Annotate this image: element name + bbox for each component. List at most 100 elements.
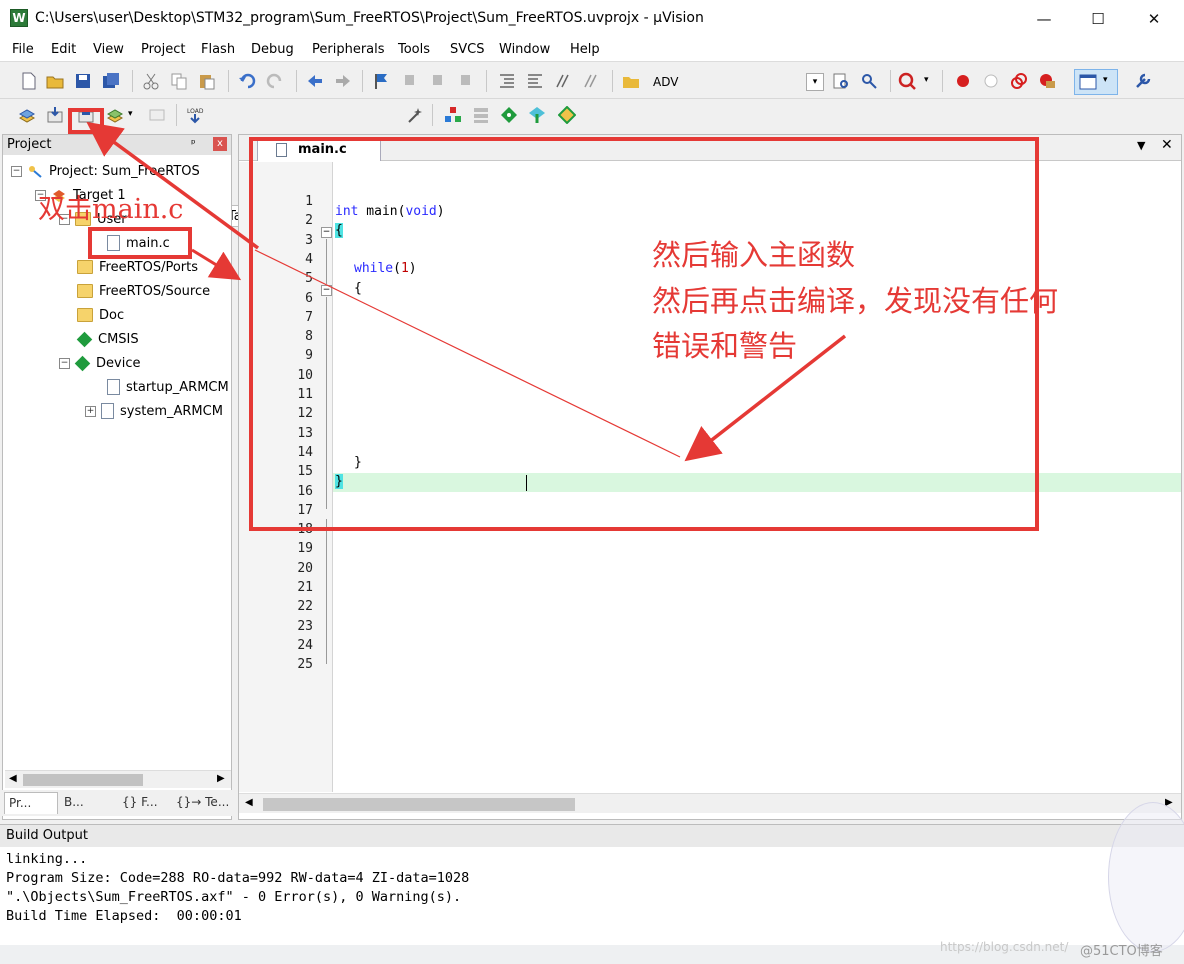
navigate-back-icon[interactable] bbox=[306, 72, 324, 90]
annotation-text-line-1: 然后输入主函数 bbox=[652, 238, 856, 272]
find-in-files-icon[interactable] bbox=[622, 72, 640, 90]
minimize-button[interactable]: — bbox=[1016, 0, 1072, 38]
build-output-line: Build Time Elapsed: 00:00:01 bbox=[6, 908, 242, 924]
redo-icon[interactable] bbox=[266, 72, 284, 90]
annotation-double-click-main-c: 双击main.c bbox=[38, 194, 184, 225]
uvision-app-icon: W bbox=[10, 9, 28, 27]
batch-build-dropdown-arrow[interactable]: ▾ bbox=[128, 109, 133, 119]
toolbar-separator bbox=[942, 70, 943, 92]
tree-label: startup_ARMCM bbox=[126, 379, 229, 395]
menu-debug[interactable]: Debug bbox=[251, 42, 294, 57]
tree-group-freertos-ports[interactable]: FreeRTOS/Ports bbox=[77, 256, 198, 278]
menu-bar: File Edit View Project Flash Debug Perip… bbox=[0, 38, 1184, 62]
translate-icon[interactable] bbox=[18, 106, 36, 124]
annotation-box-build-button bbox=[68, 108, 104, 134]
incremental-find-icon[interactable] bbox=[860, 72, 878, 90]
uncomment-icon[interactable] bbox=[582, 72, 600, 90]
scroll-left-arrow[interactable]: ◀ bbox=[245, 797, 253, 808]
tree-project-root[interactable]: − Project: Sum_FreeRTOS bbox=[11, 160, 200, 182]
open-folder-icon[interactable] bbox=[46, 72, 64, 90]
paste-icon[interactable] bbox=[198, 72, 216, 90]
menu-flash[interactable]: Flash bbox=[201, 42, 235, 57]
tree-group-freertos-source[interactable]: FreeRTOS/Source bbox=[77, 280, 210, 302]
find-icon[interactable] bbox=[832, 72, 850, 90]
indent-icon[interactable] bbox=[498, 72, 516, 90]
adv-label[interactable]: ADV bbox=[653, 75, 678, 89]
editor-tabs-dropdown-icon[interactable]: ▼ bbox=[1137, 139, 1145, 152]
tab-books[interactable]: B... bbox=[60, 792, 116, 814]
unindent-icon[interactable] bbox=[526, 72, 544, 90]
bookmark-icon[interactable] bbox=[372, 72, 390, 90]
scroll-thumb[interactable] bbox=[23, 774, 143, 786]
pin-icon[interactable]: ᵖ bbox=[191, 137, 196, 150]
disable-breakpoints-icon[interactable] bbox=[1010, 72, 1028, 90]
window-layout-button[interactable]: ▾ bbox=[1074, 69, 1118, 95]
menu-svcs[interactable]: SVCS bbox=[450, 42, 484, 57]
copy-icon[interactable] bbox=[170, 72, 188, 90]
save-icon[interactable] bbox=[74, 72, 92, 90]
tree-group-device[interactable]: − Device bbox=[59, 352, 140, 374]
close-panel-icon[interactable]: x bbox=[213, 137, 227, 151]
comment-icon[interactable] bbox=[554, 72, 572, 90]
new-file-icon[interactable] bbox=[20, 72, 38, 90]
maximize-button[interactable]: ☐ bbox=[1070, 0, 1126, 38]
window-title: C:\Users\user\Desktop\STM32_program\Sum_… bbox=[35, 10, 704, 26]
tab-templates[interactable]: {}→ Te... bbox=[172, 792, 230, 814]
tab-label: {} F... bbox=[122, 795, 158, 809]
target-options-icon[interactable] bbox=[406, 106, 424, 124]
menu-help[interactable]: Help bbox=[570, 42, 600, 57]
toolbar-separator bbox=[362, 70, 363, 92]
prev-bookmark-icon[interactable] bbox=[400, 72, 418, 90]
editor-horizontal-scrollbar[interactable]: ◀ ▶ bbox=[239, 793, 1181, 813]
clear-bookmarks-icon[interactable] bbox=[456, 72, 474, 90]
tab-functions[interactable]: {} F... bbox=[118, 792, 170, 814]
tree-group-doc[interactable]: Doc bbox=[77, 304, 124, 326]
tree-file-startup[interactable]: startup_ARMCM bbox=[107, 376, 229, 398]
save-all-icon[interactable] bbox=[102, 72, 120, 90]
build-toolbar: ▾ LOAD Target 1 ▾ bbox=[0, 99, 1184, 227]
enable-breakpoint-icon[interactable] bbox=[982, 72, 1000, 90]
build-icon[interactable] bbox=[46, 106, 64, 124]
scroll-left-arrow[interactable]: ◀ bbox=[9, 773, 17, 784]
tree-group-cmsis[interactable]: CMSIS bbox=[76, 328, 139, 350]
download-load-icon[interactable]: LOAD bbox=[186, 106, 204, 124]
menu-edit[interactable]: Edit bbox=[51, 42, 76, 57]
expand-icon[interactable]: + bbox=[85, 405, 96, 417]
close-window-button[interactable]: ✕ bbox=[1126, 0, 1182, 38]
select-packs-icon[interactable] bbox=[472, 106, 490, 124]
debug-dropdown-arrow[interactable]: ▾ bbox=[924, 75, 929, 85]
collapse-icon[interactable]: − bbox=[59, 357, 70, 369]
collapse-icon[interactable]: − bbox=[11, 165, 22, 177]
menu-view[interactable]: View bbox=[93, 42, 124, 57]
scroll-thumb[interactable] bbox=[263, 798, 575, 811]
undo-icon[interactable] bbox=[238, 72, 256, 90]
manage-project-items-icon[interactable] bbox=[444, 106, 462, 124]
pack-manager-icon[interactable] bbox=[558, 106, 576, 124]
scroll-right-arrow[interactable]: ▶ bbox=[217, 773, 225, 784]
line-number: 22 bbox=[297, 599, 313, 615]
tab-project[interactable]: Pr... bbox=[4, 792, 58, 814]
menu-window[interactable]: Window bbox=[499, 42, 550, 57]
menu-file[interactable]: File bbox=[12, 42, 34, 57]
find-dropdown-arrow[interactable]: ▾ bbox=[806, 73, 824, 91]
project-horizontal-scrollbar[interactable]: ◀ ▶ bbox=[5, 770, 231, 788]
configure-wrench-icon[interactable] bbox=[1134, 72, 1152, 90]
menu-peripherals[interactable]: Peripherals bbox=[312, 42, 385, 57]
menu-project[interactable]: Project bbox=[141, 42, 185, 57]
debug-session-icon[interactable] bbox=[898, 72, 916, 90]
csdn-watermark: https://blog.csdn.net/ bbox=[940, 940, 1069, 954]
menu-tools[interactable]: Tools bbox=[398, 42, 430, 57]
insert-breakpoint-icon[interactable] bbox=[954, 72, 972, 90]
cut-icon[interactable] bbox=[142, 72, 160, 90]
navigate-forward-icon[interactable] bbox=[334, 72, 352, 90]
next-bookmark-icon[interactable] bbox=[428, 72, 446, 90]
kill-breakpoints-icon[interactable] bbox=[1038, 72, 1056, 90]
manage-runtime-environment-icon[interactable] bbox=[500, 106, 518, 124]
pack-installer-icon[interactable] bbox=[528, 106, 546, 124]
editor-close-icon[interactable]: ✕ bbox=[1161, 137, 1173, 153]
toolbar-separator bbox=[228, 70, 229, 92]
batch-build-icon[interactable] bbox=[106, 106, 124, 124]
stop-build-icon[interactable] bbox=[148, 106, 166, 124]
tree-file-system[interactable]: + system_ARMCM bbox=[85, 400, 223, 422]
project-panel-title: Project bbox=[7, 137, 52, 152]
